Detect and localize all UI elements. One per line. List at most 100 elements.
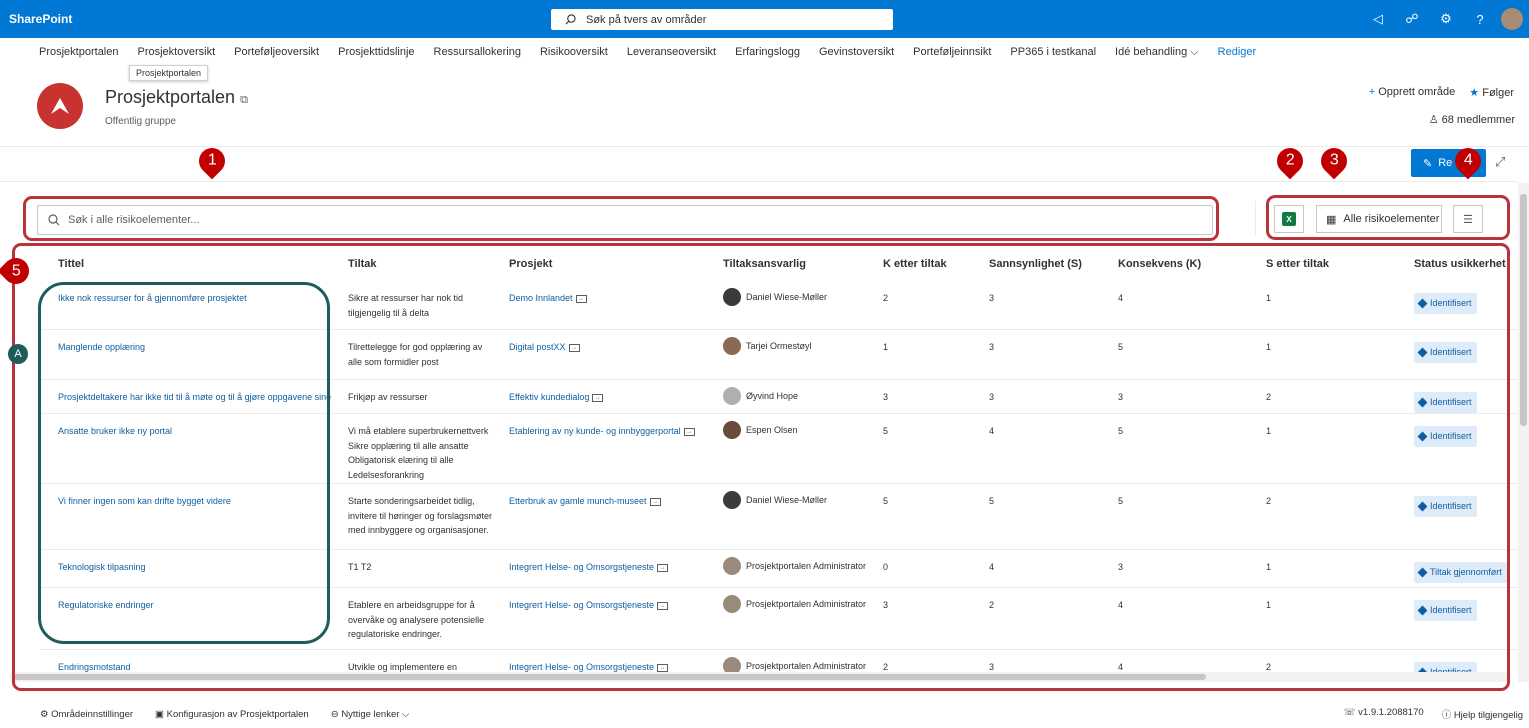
version-icon: ☏ [1343,707,1356,718]
person-chip[interactable]: Espen Olsen [723,421,798,439]
row-project[interactable]: Integrert Helse- og Omsorgstjeneste → [509,660,669,672]
risk-search-input[interactable]: Søk i alle risikoelementer... [37,205,1213,235]
open-link-icon[interactable]: → [657,563,669,572]
members-label: 68 medlemmer [1441,114,1515,126]
row-tiltak: Sikre at ressurser har nok tid tilgjengel… [348,291,463,320]
person-name: Daniel Wiese-Møller [746,494,828,505]
row-project[interactable]: Demo Innlandet → [509,291,587,306]
nav-item-gevinstoversikt[interactable]: Gevinstoversikt [819,46,894,58]
nav-tooltip: Prosjektportalen [129,65,209,81]
row-project-label: Integrert Helse- og Omsorgstjeneste [509,662,655,672]
nav-item-leveranseoversikt[interactable]: Leveranseoversikt [627,46,716,58]
column-header-sannsynlighet[interactable]: Sannsynlighet (S) [989,248,1082,280]
person-chip[interactable]: Daniel Wiese-Møller [723,288,827,306]
export-excel-button[interactable]: X [1274,205,1304,233]
row-project[interactable]: Etablering av ny kunde- og innbyggerport… [509,424,695,439]
open-link-icon[interactable]: → [657,601,669,610]
nav-item-ressursallokering[interactable]: Ressursallokering [434,46,521,58]
column-header-status[interactable]: Status usikkerhet [1414,248,1506,280]
row-s-after: 1 [1266,426,1272,436]
column-header-tiltaksansvarlig[interactable]: Tiltaksansvarlig [723,248,806,280]
person-chip[interactable]: Prosjektportalen Administrator [723,557,866,575]
open-link-icon[interactable]: → [592,393,604,402]
open-link-icon[interactable]: → [568,343,580,352]
nav-item-risikooversikt[interactable]: Risikooversikt [540,46,608,58]
row-project-label: Integrert Helse- og Omsorgstjeneste [509,600,655,610]
create-site-button[interactable]: + Opprett område [1369,86,1456,99]
nav-item-prosjektportalen[interactable]: Prosjektportalen [39,46,119,58]
nav-item-portefoljeinnsikt[interactable]: Porteføljeinnsikt [913,46,991,58]
row-tiltak-line: Obligatorisk elæring til alle [348,455,454,465]
nav-edit-link[interactable]: Rediger [1218,46,1257,58]
column-header-k-etter-tiltak[interactable]: K etter tiltak [883,248,947,280]
row-tiltak-line: Vi må etablere superbrukernettverk [348,426,489,436]
row-tiltak: Vi må etablere superbrukernettverk Sikre … [348,424,488,482]
site-settings-link[interactable]: ⚙ Områdeinnstillinger [40,709,133,720]
row-owner: Prosjektportalen Administrator [723,657,866,672]
row-owner: Prosjektportalen Administrator [723,557,866,575]
row-tiltak-line: Etablere en arbeidsgruppe for å [348,600,475,610]
view-selector-label: Alle risikoelementer [1343,213,1440,225]
megaphone-icon[interactable]: ◁ [1361,11,1395,27]
gear-icon[interactable]: ⚙ [1429,11,1463,27]
open-link-icon[interactable]: → [575,294,587,303]
risk-search-placeholder: Søk i alle risikoelementer... [68,214,200,226]
version-label: v1.9.1.2088170 [1358,707,1424,718]
person-name: Prosjektportalen Administrator [746,560,867,571]
follow-button[interactable]: ★ Følger [1469,86,1514,99]
column-header-tittel[interactable]: Tittel [58,248,84,280]
row-project[interactable]: Integrert Helse- og Omsorgstjeneste → [509,598,669,613]
status-label: Identifisert [1430,397,1472,407]
column-header-prosjekt[interactable]: Prosjekt [509,248,552,280]
nav-item-portefoljeoversikt[interactable]: Porteføljeoversikt [234,46,319,58]
person-chip[interactable]: Øyvind Hope [723,387,798,405]
column-header-tiltak[interactable]: Tiltak [348,248,377,280]
row-project[interactable]: Digital postXX → [509,340,580,355]
person-chip[interactable]: Daniel Wiese-Møller [723,491,827,509]
members-button[interactable]: ♙ 68 medlemmer [1429,113,1515,126]
row-owner: Daniel Wiese-Møller [723,491,827,509]
help-link[interactable]: ⓘ Hjelp tilgjengelig [1442,707,1523,721]
sharepoint-app-icon[interactable]: ☍ [1395,11,1429,27]
vertical-scrollbar-thumb[interactable] [1520,194,1527,426]
row-project[interactable]: Etterbruk av gamle munch-museet → [509,494,661,509]
suite-icons: ◁ ☍ ⚙ ? [1361,0,1529,38]
nav-item-prosjektoversikt[interactable]: Prosjektoversikt [138,46,216,58]
row-tiltak: Utvikle og implementere en [348,660,457,672]
create-site-label: Opprett område [1378,86,1456,98]
avatar [723,337,741,355]
row-tiltak-line: Frikjøp av ressurser [348,392,428,402]
expand-icon[interactable]: ⤢ [1495,154,1505,170]
user-avatar[interactable] [1501,8,1523,30]
row-tiltak-line: Sikre opplæring til alle ansatte [348,440,469,451]
person-chip[interactable]: Tarjei Ormestøyl [723,337,812,355]
row-title[interactable]: Endringsmotstand [58,660,131,672]
nav-item-pp365[interactable]: PP365 i testkanal [1010,46,1096,58]
row-tiltak-line: invitere til høringer og forslagsmøter [348,510,493,521]
global-search-input[interactable]: Søk på tvers av områder [551,9,893,30]
row-project-label: Effektiv kundedialog [509,392,590,402]
row-project[interactable]: Integrert Helse- og Omsorgstjeneste → [509,560,669,575]
person-name: Tarjei Ormestøyl [746,340,812,351]
person-chip[interactable]: Prosjektportalen Administrator [723,595,866,613]
help-icon[interactable]: ? [1463,12,1497,27]
filter-button[interactable]: ☰ [1453,205,1483,233]
row-s: 5 [989,496,995,506]
open-link-icon[interactable]: → [683,427,695,436]
nav-item-prosjekttidslinje[interactable]: Prosjekttidslinje [338,46,414,58]
row-s-after: 1 [1266,600,1272,610]
nav-item-ide-behandling[interactable]: Idé behandling ⌵ [1115,46,1199,59]
column-header-s-etter-tiltak[interactable]: S etter tiltak [1266,248,1329,280]
sharepoint-brand[interactable]: SharePoint [9,12,72,26]
column-header-konsekvens[interactable]: Konsekvens (K) [1118,248,1201,280]
person-chip[interactable]: Prosjektportalen Administrator [723,657,866,672]
nav-item-erfaringslogg[interactable]: Erfaringslogg [735,46,800,58]
open-link-icon[interactable]: → [649,497,661,506]
config-link[interactable]: ▣ Konfigurasjon av Prosjektportalen [155,709,309,720]
open-link-icon[interactable]: → [657,663,669,672]
row-project[interactable]: Effektiv kundedialog → [509,390,604,405]
horizontal-scrollbar-thumb[interactable] [14,674,1206,680]
useful-links-menu[interactable]: ⊖ Nyttige lenker ⌵ [331,709,410,720]
view-selector-button[interactable]: ▦ Alle risikoelementer [1316,205,1442,233]
version-info[interactable]: ☏ v1.9.1.2088170 [1344,707,1424,721]
